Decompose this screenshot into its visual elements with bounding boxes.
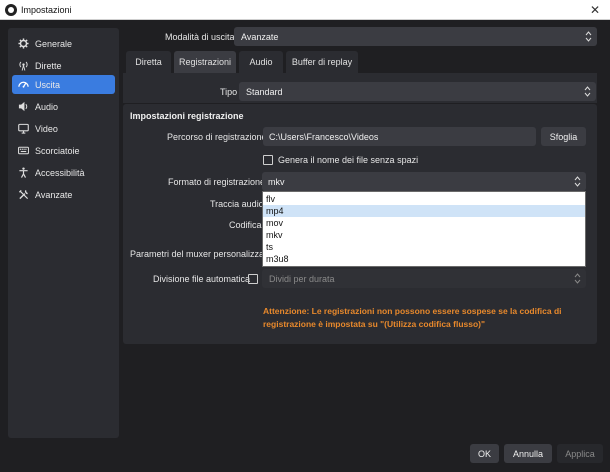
close-icon[interactable]: ✕ [580, 0, 610, 20]
recording-format-label: Formato di registrazione [168, 177, 266, 187]
cancel-button-label: Annulla [512, 448, 544, 459]
sidebar-item-accessibilita[interactable]: Accessibilità [12, 163, 115, 182]
type-select[interactable]: Standard [239, 82, 596, 101]
recording-format-select[interactable]: mkv [262, 172, 586, 191]
monitor-icon [18, 123, 29, 134]
sidebar-item-uscita[interactable]: Uscita [12, 75, 115, 94]
updown-arrows-icon [584, 86, 591, 97]
recording-path-label: Percorso di registrazione [167, 132, 267, 142]
sidebar-item-label: Scorciatoie [35, 145, 80, 156]
broadcast-icon [18, 60, 29, 71]
output-mode-value: Avanzate [241, 31, 279, 42]
sidebar-item-avanzate[interactable]: Avanzate [12, 185, 115, 204]
auto-split-label: Divisione file automatica [153, 274, 251, 284]
muxer-params-label: Parametri del muxer personalizzati [130, 249, 269, 259]
sidebar-item-label: Generale [35, 38, 73, 49]
updown-arrows-icon [585, 31, 592, 42]
recording-path-input[interactable]: C:\Users\Francesco\Videos [263, 127, 536, 146]
cancel-button[interactable]: Annulla [504, 444, 552, 463]
filename-no-space-checkbox[interactable] [263, 155, 273, 165]
speaker-icon [18, 101, 29, 112]
recording-path-value: C:\Users\Francesco\Videos [269, 131, 379, 142]
format-option-mkv[interactable]: mkv [263, 229, 585, 241]
apply-button-label: Applica [565, 448, 595, 459]
browse-button-label: Sfoglia [549, 131, 578, 142]
format-option-flv[interactable]: flv [263, 193, 585, 205]
recording-section-title: Impostazioni registrazione [130, 111, 244, 121]
tools-icon [18, 189, 29, 200]
tab-label: Diretta [135, 57, 162, 67]
format-option-mp4[interactable]: mp4 [263, 205, 585, 217]
ok-button-label: OK [477, 448, 491, 459]
recording-pause-warning: Attenzione: Le registrazioni non possono… [263, 306, 562, 329]
tab-label: Registrazioni [178, 57, 232, 67]
output-icon [18, 79, 29, 90]
accessibility-icon [18, 167, 29, 178]
gear-icon [18, 38, 29, 49]
output-mode-select[interactable]: Avanzate [234, 27, 597, 46]
encoder-label: Codifica [229, 220, 262, 230]
tab-label: Audio [249, 57, 273, 67]
audio-track-label: Traccia audio [210, 199, 264, 209]
updown-arrows-icon [574, 273, 581, 284]
type-label: Tipo [220, 87, 238, 97]
sidebar-item-scorciatoie[interactable]: Scorciatoie [12, 141, 115, 160]
sidebar-item-label: Video [35, 123, 58, 134]
sidebar-item-audio[interactable]: Audio [12, 97, 115, 116]
split-mode-value: Dividi per durata [269, 273, 335, 284]
sidebar-item-generale[interactable]: Generale [12, 34, 115, 53]
format-dropdown-list: flv mp4 mov mkv ts m3u8 [262, 191, 586, 267]
settings-sidebar: Generale Dirette Uscita Audio Video Scor… [8, 28, 119, 438]
tab-audio[interactable]: Audio [239, 51, 283, 73]
keyboard-icon [18, 145, 29, 156]
sidebar-item-label: Uscita [35, 79, 61, 90]
sidebar-item-label: Avanzate [35, 189, 73, 200]
format-option-mov[interactable]: mov [263, 217, 585, 229]
format-option-m3u8[interactable]: m3u8 [263, 253, 585, 265]
updown-arrows-icon [574, 176, 581, 187]
apply-button[interactable]: Applica [557, 444, 603, 463]
obs-logo-icon [5, 4, 17, 16]
auto-split-checkbox[interactable] [248, 274, 258, 284]
sidebar-item-label: Audio [35, 101, 59, 112]
tab-diretta[interactable]: Diretta [126, 51, 171, 73]
title-bar: Impostazioni ✕ [0, 0, 610, 20]
browse-button[interactable]: Sfoglia [541, 127, 586, 146]
type-value: Standard [246, 86, 283, 97]
tab-label: Buffer di replay [291, 57, 353, 67]
ok-button[interactable]: OK [470, 444, 499, 463]
split-mode-select[interactable]: Dividi per durata [262, 269, 586, 288]
recording-format-value: mkv [268, 176, 285, 187]
sidebar-item-video[interactable]: Video [12, 119, 115, 138]
sidebar-item-label: Accessibilità [35, 167, 85, 178]
tab-buffer-replay[interactable]: Buffer di replay [286, 51, 358, 73]
filename-no-space-label: Genera il nome dei file senza spazi [278, 155, 419, 165]
output-mode-label: Modalità di uscita [165, 32, 235, 42]
sidebar-item-label: Dirette [35, 60, 62, 71]
format-option-ts[interactable]: ts [263, 241, 585, 253]
tab-registrazioni[interactable]: Registrazioni [174, 51, 236, 73]
sidebar-item-dirette[interactable]: Dirette [12, 56, 115, 75]
window-title: Impostazioni [21, 5, 72, 15]
